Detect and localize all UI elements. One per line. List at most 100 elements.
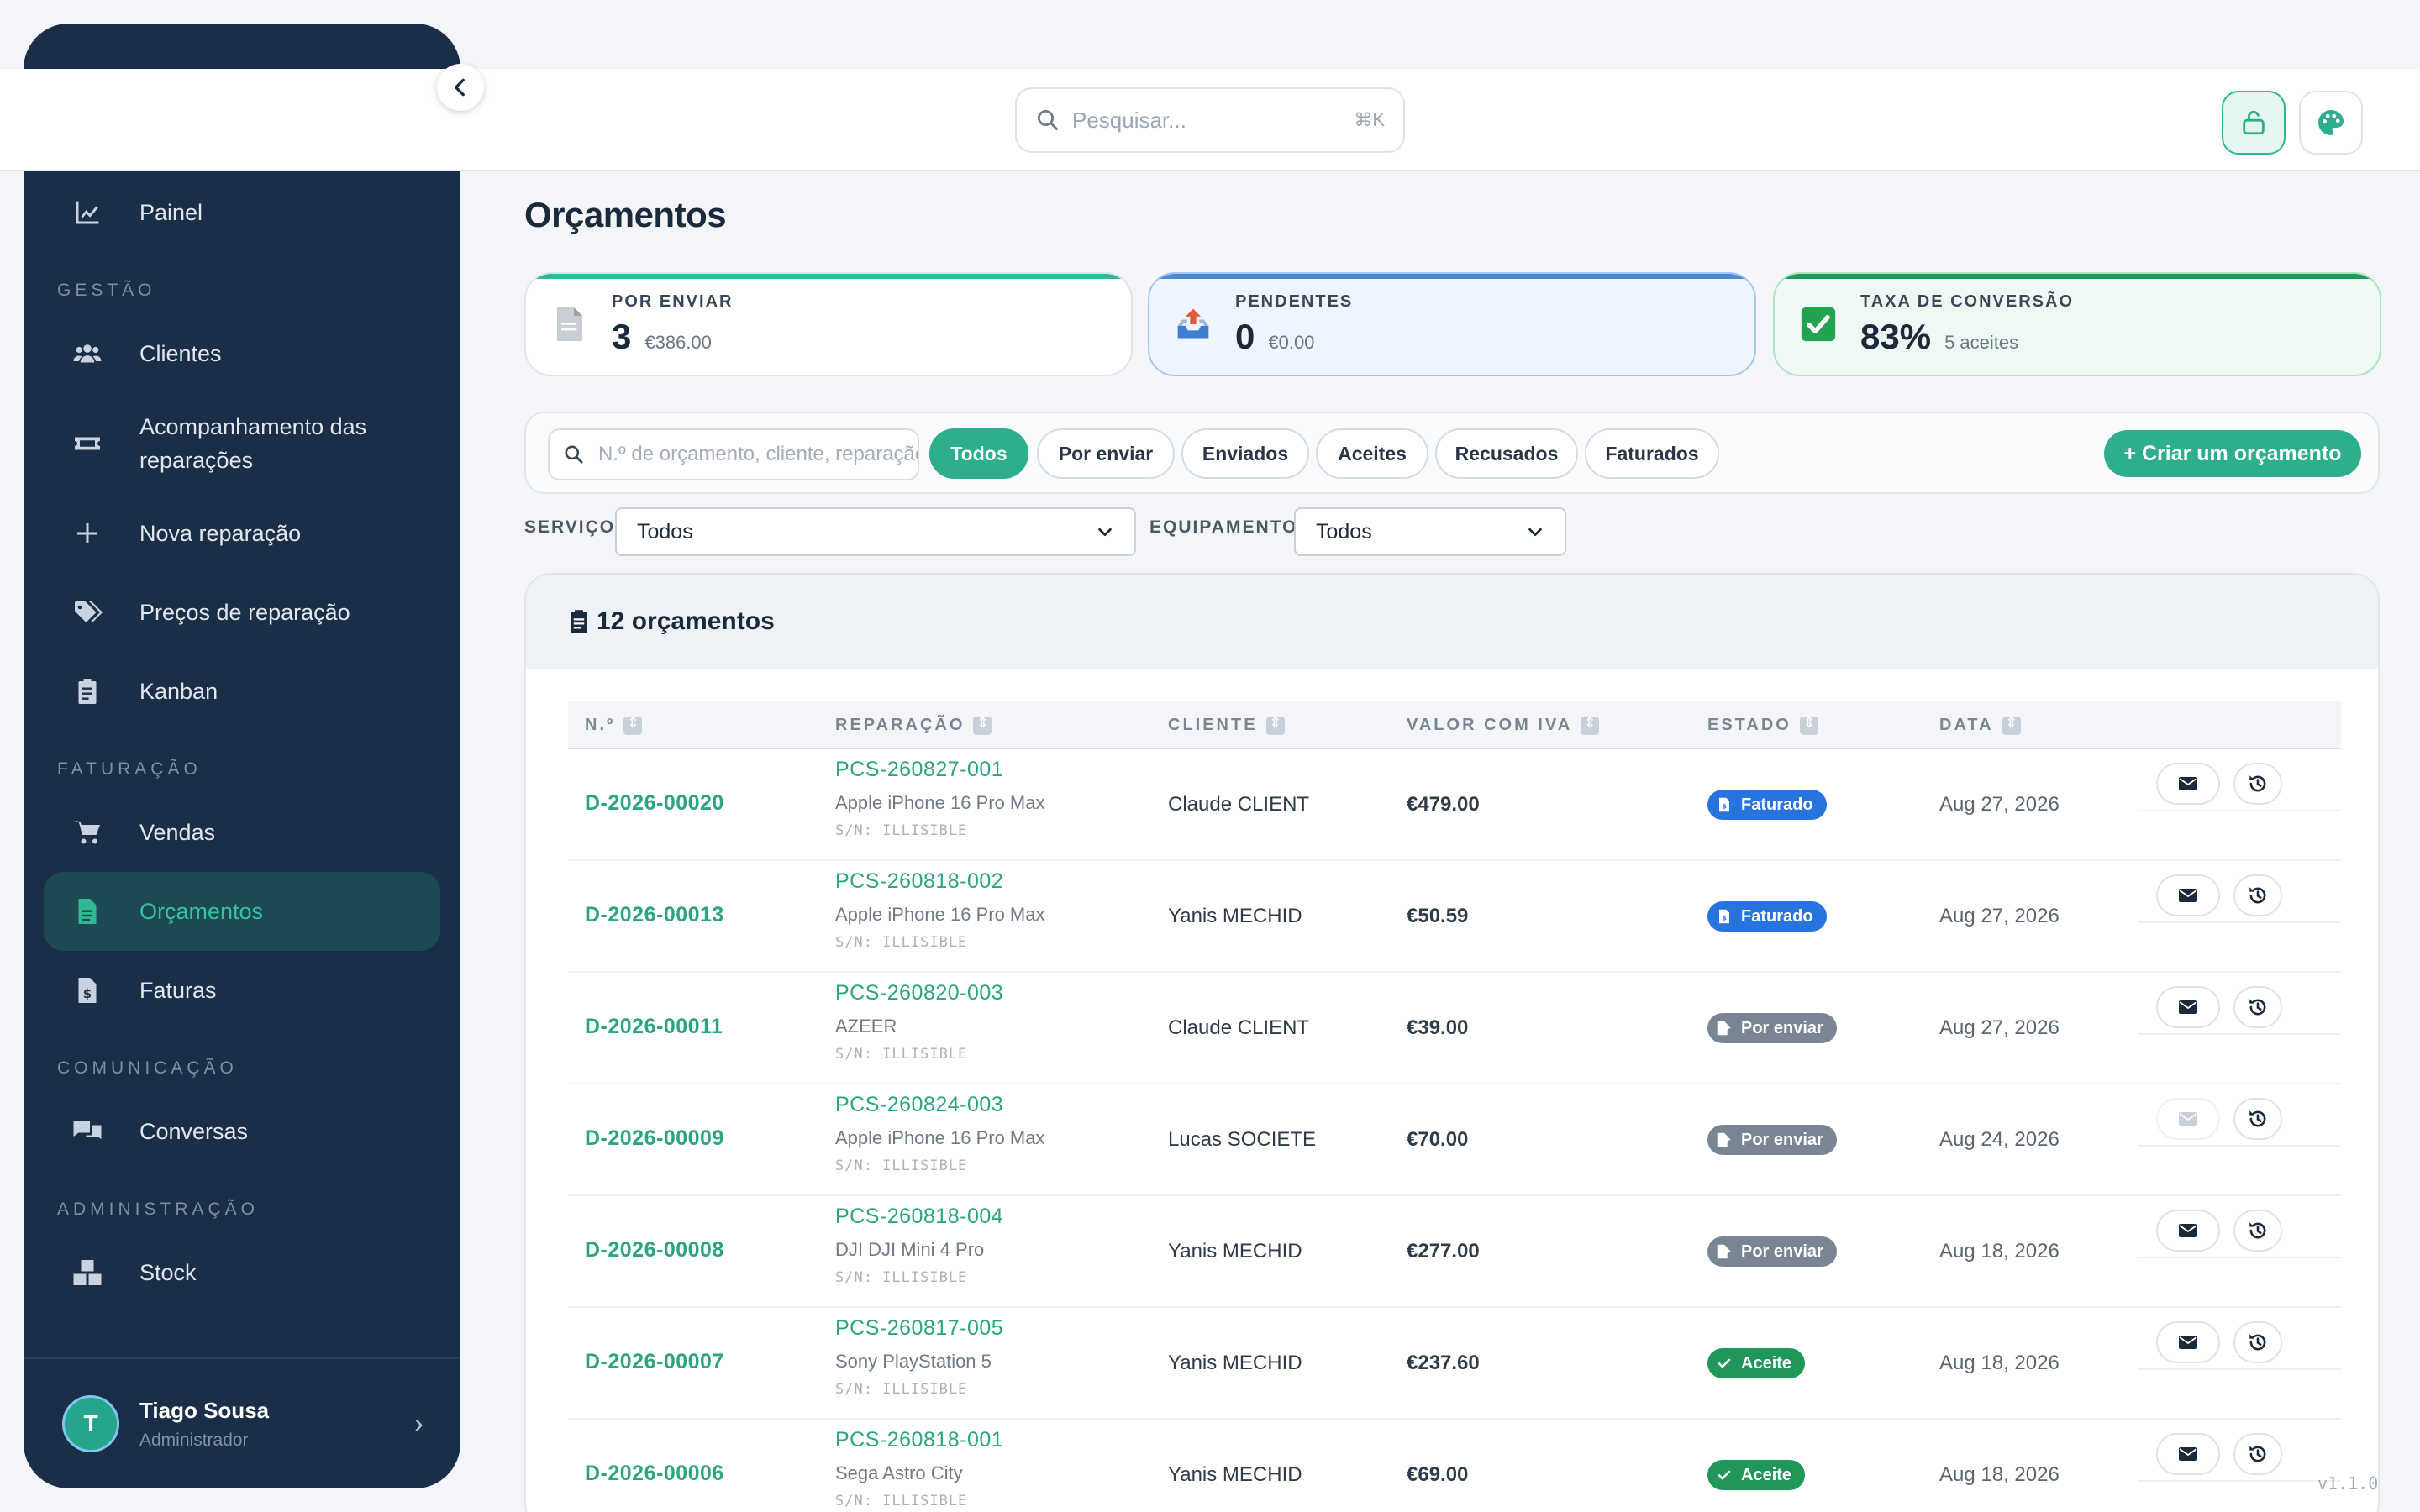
invoice-dollar-icon: $ — [71, 974, 104, 1007]
user-info: Tiago Sousa Administrador — [139, 1398, 269, 1451]
filter-chip-recusados[interactable]: Recusados — [1435, 428, 1578, 479]
filter-chip-faturados[interactable]: Faturados — [1585, 428, 1719, 479]
check-icon — [1716, 1355, 1733, 1372]
filter-chip-enviados[interactable]: Enviados — [1181, 428, 1309, 479]
lock-button[interactable] — [2222, 91, 2286, 155]
send-email-button[interactable] — [2156, 1321, 2220, 1363]
history-button[interactable] — [2233, 874, 2282, 916]
envelope-icon — [2179, 1336, 2197, 1349]
kpi-label: PENDENTES — [1235, 291, 1354, 311]
filter-chip-todos[interactable]: Todos — [929, 428, 1028, 479]
history-button[interactable] — [2233, 1433, 2282, 1475]
quote-date: Aug 18, 2026 — [1939, 1352, 2060, 1374]
sidebar-item-nova-reparacao[interactable]: Nova reparação — [44, 494, 440, 573]
create-quote-button[interactable]: + Criar um orçamento — [2104, 430, 2361, 477]
user-profile[interactable]: T Tiago Sousa Administrador › — [24, 1357, 460, 1488]
row-actions — [2138, 973, 2341, 1035]
repair-code-link[interactable]: PCS-260818-001 — [835, 1428, 1003, 1452]
quote-number-link[interactable]: D-2026-00006 — [585, 1462, 724, 1486]
quote-date: Aug 27, 2026 — [1939, 1016, 2060, 1039]
sidebar-item-stock[interactable]: Stock — [44, 1233, 440, 1312]
file-export-icon — [1716, 1020, 1733, 1037]
repair-code-link[interactable]: PCS-260818-004 — [835, 1205, 1003, 1229]
status-badge: Por enviar — [1707, 1013, 1837, 1043]
history-button[interactable] — [2233, 986, 2282, 1028]
quote-number-link[interactable]: D-2026-00007 — [585, 1350, 724, 1374]
quote-number-link[interactable]: D-2026-00008 — [585, 1238, 724, 1263]
send-email-button[interactable] — [2156, 874, 2220, 916]
send-email-button[interactable] — [2156, 1210, 2220, 1252]
equipamento-select[interactable]: Todos — [1294, 507, 1566, 556]
history-button[interactable] — [2233, 763, 2282, 805]
repair-code-link[interactable]: PCS-260824-003 — [835, 1093, 1045, 1117]
repair-code-link[interactable]: PCS-260820-003 — [835, 981, 1003, 1005]
repair-cell: PCS-260818-004 DJI DJI Mini 4 Pro S/N: I… — [835, 1205, 1003, 1286]
th-data[interactable]: DATA — [1939, 715, 2021, 735]
send-email-button[interactable] — [2156, 1433, 2220, 1475]
sidebar-item-painel[interactable]: Painel — [44, 173, 440, 252]
kpi-row: 0 €0.00 — [1235, 317, 1353, 357]
sidebar-collapse-button[interactable] — [437, 64, 484, 111]
th-reparacao[interactable]: REPARAÇÃO — [835, 715, 992, 735]
history-button[interactable] — [2233, 1098, 2282, 1140]
send-email-button[interactable] — [2156, 1098, 2220, 1140]
plus-icon — [71, 517, 104, 550]
sidebar-item-precos[interactable]: Preços de reparação — [44, 573, 440, 652]
filter-bar: N.º de orçamento, cliente, reparação... … — [524, 412, 2380, 494]
quote-number-link[interactable]: D-2026-00009 — [585, 1126, 724, 1151]
sidebar-item-conversas[interactable]: Conversas — [44, 1092, 440, 1171]
history-icon — [2249, 1222, 2266, 1239]
quote-date: Aug 18, 2026 — [1939, 1240, 2060, 1263]
quote-value: €479.00 — [1407, 793, 1480, 816]
sidebar-item-vendas[interactable]: Vendas — [44, 793, 440, 872]
sidebar-item-clientes[interactable]: Clientes — [44, 314, 440, 393]
client-name: Yanis MECHID — [1168, 1240, 1302, 1263]
kpi-taxa-conversao[interactable]: TAXA DE CONVERSÃO 83% 5 aceites — [1773, 272, 2381, 376]
repair-serial: S/N: ILLISIBLE — [835, 1381, 968, 1398]
servico-select[interactable]: Todos — [615, 507, 1136, 556]
status-label: Por enviar — [1741, 1242, 1823, 1261]
th-valor[interactable]: VALOR COM IVA — [1407, 715, 1600, 735]
th-num[interactable]: N.º — [585, 715, 643, 735]
quote-number-link[interactable]: D-2026-00020 — [585, 791, 724, 816]
theme-button[interactable] — [2299, 91, 2363, 155]
quote-search-input[interactable]: N.º de orçamento, cliente, reparação... — [548, 428, 919, 480]
repair-device: DJI DJI Mini 4 Pro — [835, 1239, 985, 1260]
row-actions — [2138, 749, 2341, 811]
client-name: Yanis MECHID — [1168, 1352, 1302, 1374]
chevron-right-icon: › — [413, 1407, 424, 1440]
filter-chip-por-enviar[interactable]: Por enviar — [1037, 428, 1175, 479]
send-email-button[interactable] — [2156, 763, 2220, 805]
envelope-icon — [2179, 777, 2197, 790]
kpi-sub: €386.00 — [644, 331, 712, 353]
sidebar-item-faturas[interactable]: $ Faturas — [44, 951, 440, 1030]
table-row: D-2026-00020 PCS-260827-001 Apple iPhone… — [568, 749, 2341, 861]
history-button[interactable] — [2233, 1210, 2282, 1252]
quote-number-link[interactable]: D-2026-00011 — [585, 1015, 723, 1039]
outbox-tray-icon — [1175, 306, 1212, 343]
quote-number-link[interactable]: D-2026-00013 — [585, 903, 724, 927]
sidebar-item-label: Conversas — [139, 1119, 249, 1144]
sidebar-item-kanban[interactable]: Kanban — [44, 652, 440, 731]
quote-search-placeholder: N.º de orçamento, cliente, reparação... — [597, 443, 918, 465]
send-email-button[interactable] — [2156, 986, 2220, 1028]
kpi-value: 83% — [1860, 316, 1932, 356]
status-badge: Por enviar — [1707, 1236, 1837, 1267]
status-badge: $ Faturado — [1707, 901, 1827, 932]
search-shortcut: ⌘K — [1354, 109, 1385, 130]
history-button[interactable] — [2233, 1321, 2282, 1363]
sidebar-item-acompanhamento[interactable]: Acompanhamento das reparações — [44, 393, 440, 494]
repair-code-link[interactable]: PCS-260818-002 — [835, 869, 1045, 894]
kpi-por-enviar[interactable]: POR ENVIAR 3 €386.00 — [524, 272, 1133, 376]
th-cliente[interactable]: CLIENTE — [1168, 715, 1285, 735]
row-actions — [2138, 1308, 2341, 1370]
th-estado[interactable]: ESTADO — [1707, 715, 1818, 735]
svg-text:$: $ — [83, 986, 92, 1001]
filter-chip-aceites[interactable]: Aceites — [1316, 428, 1428, 479]
repair-code-link[interactable]: PCS-260817-005 — [835, 1316, 1003, 1341]
global-search-input[interactable]: Pesquisar... ⌘K — [1015, 87, 1405, 153]
sidebar-item-orcamentos[interactable]: Orçamentos — [44, 872, 440, 951]
kpi-sub: 5 aceites — [1944, 331, 2019, 353]
repair-code-link[interactable]: PCS-260827-001 — [835, 758, 1045, 782]
kpi-pendentes[interactable]: PENDENTES 0 €0.00 — [1148, 272, 1756, 376]
